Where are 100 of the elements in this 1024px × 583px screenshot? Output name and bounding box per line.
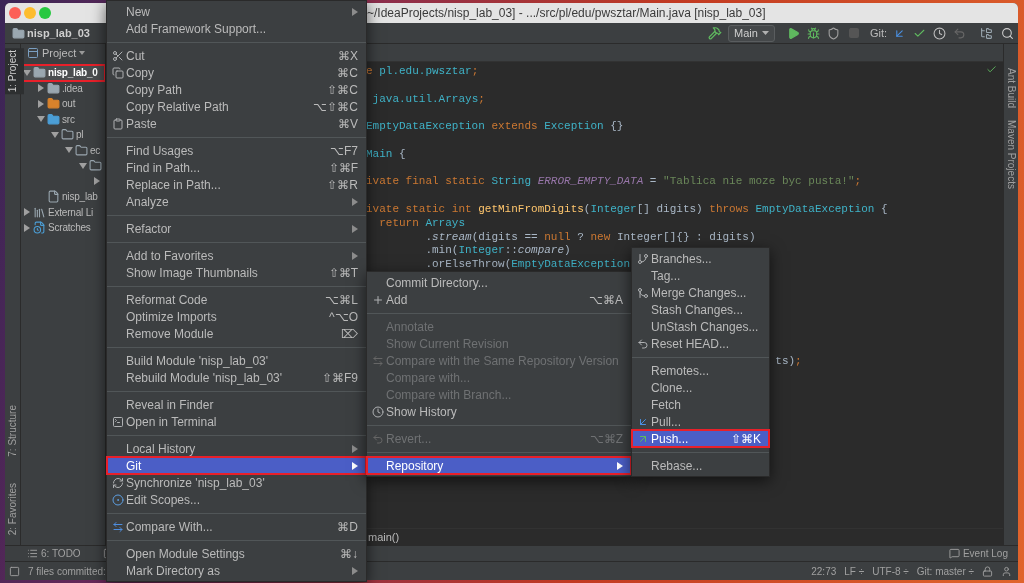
run-config-dropdown[interactable]: Main xyxy=(728,24,775,42)
expand-arrow-icon[interactable] xyxy=(23,68,31,77)
lock-icon[interactable] xyxy=(982,565,993,577)
menu-item[interactable]: Build Module 'nisp_lab_03' xyxy=(107,352,366,369)
menu-item[interactable]: Find Usages ⌥F7 xyxy=(107,142,366,159)
tree-item[interactable]: src xyxy=(21,111,105,127)
menu-item[interactable]: Copy Path ⇧⌘C xyxy=(107,81,366,98)
menu-item[interactable]: Clone... xyxy=(632,379,769,396)
expand-arrow-icon[interactable] xyxy=(37,99,45,108)
menu-item[interactable]: Show Image Thumbnails ⇧⌘T xyxy=(107,264,366,281)
menu-item[interactable]: Git xyxy=(107,457,366,474)
history-icon[interactable] xyxy=(933,26,946,40)
menu-item[interactable]: Optimize Imports ^⌥O xyxy=(107,308,366,325)
menu-item[interactable]: Add Framework Support... xyxy=(107,20,366,37)
menu-item[interactable]: Commit Directory... xyxy=(367,274,631,291)
menu-item[interactable]: Reset HEAD... xyxy=(632,335,769,352)
expand-arrow-icon[interactable] xyxy=(23,223,31,232)
event-log-tab[interactable]: Event Log xyxy=(962,546,1008,561)
menu-item[interactable]: Branches... xyxy=(632,250,769,267)
folder-icon xyxy=(47,97,60,111)
tree-item[interactable]: pl xyxy=(21,127,105,143)
menu-item[interactable]: Mark Directory as xyxy=(107,562,366,579)
expand-arrow-icon[interactable] xyxy=(93,177,101,186)
menu-item[interactable]: Synchronize 'nisp_lab_03' xyxy=(107,474,366,491)
inspection-ok-icon xyxy=(986,64,997,75)
caret-position[interactable]: 22:73 xyxy=(811,563,837,579)
person-icon[interactable] xyxy=(1001,565,1012,577)
project-structure-icon[interactable] xyxy=(980,26,993,40)
menu-item[interactable]: Reveal in Finder xyxy=(107,396,366,413)
vcs-branch-selector[interactable]: Git: master ÷ xyxy=(916,563,974,579)
clock-icon xyxy=(372,405,384,418)
menu-item[interactable]: Refactor xyxy=(107,220,366,237)
menu-item[interactable]: Local History xyxy=(107,440,366,457)
menu-item[interactable]: Rebase... xyxy=(632,457,769,474)
expand-arrow-icon[interactable] xyxy=(37,84,45,93)
menu-item[interactable]: Reformat Code ⌥⌘L xyxy=(107,291,366,308)
tool-window-tab[interactable]: Maven Projects xyxy=(1003,120,1018,189)
expand-arrow-icon[interactable] xyxy=(51,130,59,139)
menu-item[interactable]: Cut ⌘X xyxy=(107,47,366,64)
breadcrumb-project[interactable]: nisp_lab_03 xyxy=(27,24,90,42)
tree-item[interactable]: ec xyxy=(21,142,105,158)
run-icon[interactable] xyxy=(786,26,800,40)
menu-item[interactable]: Merge Changes... xyxy=(632,284,769,301)
tree-item[interactable]: Scratches xyxy=(21,220,105,236)
tree-item[interactable]: nisp_lab_0 xyxy=(21,65,105,81)
menu-item[interactable]: Add to Favorites xyxy=(107,247,366,264)
menu-item[interactable]: Show History xyxy=(367,403,631,420)
menu-item[interactable]: Paste ⌘V xyxy=(107,115,366,132)
menu-item[interactable]: Rebuild Module 'nisp_lab_03' ⇧⌘F9 xyxy=(107,369,366,386)
menu-item[interactable]: Compare With... ⌘D xyxy=(107,518,366,535)
merge-icon xyxy=(637,286,649,299)
menu-item[interactable]: Open in Terminal xyxy=(107,413,366,430)
menu-item[interactable]: Edit Scopes... xyxy=(107,491,366,508)
tree-item[interactable]: .idea xyxy=(21,80,105,96)
debug-icon[interactable] xyxy=(806,26,820,40)
close-window-button[interactable] xyxy=(9,7,21,19)
menu-item[interactable]: Add ⌥⌘A xyxy=(367,291,631,308)
tool-windows-toggle-icon[interactable] xyxy=(9,565,20,577)
menu-item[interactable]: Copy Relative Path ⌥⇧⌘C xyxy=(107,98,366,115)
menu-item[interactable]: Tag... xyxy=(632,267,769,284)
tool-window-tab[interactable]: 1: Project xyxy=(5,48,24,95)
expand-arrow-icon[interactable] xyxy=(23,208,31,217)
todo-tab[interactable]: 6: TODO xyxy=(41,546,81,561)
library-icon xyxy=(33,205,46,219)
copy-icon xyxy=(112,66,124,79)
menu-item[interactable]: Remotes... xyxy=(632,362,769,379)
tool-window-tab[interactable]: 7: Structure xyxy=(5,403,24,459)
menu-item[interactable]: UnStash Changes... xyxy=(632,318,769,335)
menu-item[interactable]: Stash Changes... xyxy=(632,301,769,318)
menu-item[interactable]: Repository xyxy=(367,457,631,474)
shortcut-text: ⌘D xyxy=(337,518,358,536)
menu-item[interactable]: Open Module Settings ⌘↓ xyxy=(107,545,366,562)
menu-item[interactable]: Find in Path... ⇧⌘F xyxy=(107,159,366,176)
search-icon[interactable] xyxy=(1001,26,1014,40)
coverage-icon[interactable] xyxy=(826,26,840,40)
menu-item[interactable]: New xyxy=(107,3,366,20)
shortcut-text: ⌥F7 xyxy=(330,142,358,160)
menu-item[interactable]: Fetch xyxy=(632,396,769,413)
expand-arrow-icon[interactable] xyxy=(79,161,87,170)
shortcut-text: ⇧⌘K xyxy=(731,430,761,448)
tree-item[interactable]: out xyxy=(21,96,105,112)
expand-arrow-icon[interactable] xyxy=(37,115,45,124)
menu-item[interactable]: Remove Module ⌦ xyxy=(107,325,366,342)
tool-window-tab[interactable]: 2: Favorites xyxy=(5,480,24,537)
menu-item[interactable]: Push... ⇧⌘K xyxy=(632,430,769,447)
shortcut-text: ⌘X xyxy=(338,47,358,65)
project-view-selector[interactable]: Project xyxy=(42,44,77,62)
tool-window-tab[interactable]: Ant Build xyxy=(1003,68,1018,109)
tree-item[interactable]: External Li xyxy=(21,204,105,220)
dropdown-caret-icon xyxy=(761,31,769,35)
encoding-selector[interactable]: UTF-8 ÷ xyxy=(872,563,909,579)
build-icon[interactable] xyxy=(708,26,723,40)
tree-item[interactable]: nisp_lab xyxy=(21,189,105,205)
line-separator-selector[interactable]: LF ÷ xyxy=(844,563,865,579)
menu-item[interactable]: Analyze xyxy=(107,193,366,210)
menu-item[interactable]: Replace in Path... ⇧⌘R xyxy=(107,176,366,193)
expand-arrow-icon[interactable] xyxy=(65,146,73,155)
breadcrumb-method[interactable]: main() xyxy=(368,528,400,546)
menu-item[interactable]: Pull... xyxy=(632,413,769,430)
menu-item[interactable]: Copy ⌘C xyxy=(107,64,366,81)
